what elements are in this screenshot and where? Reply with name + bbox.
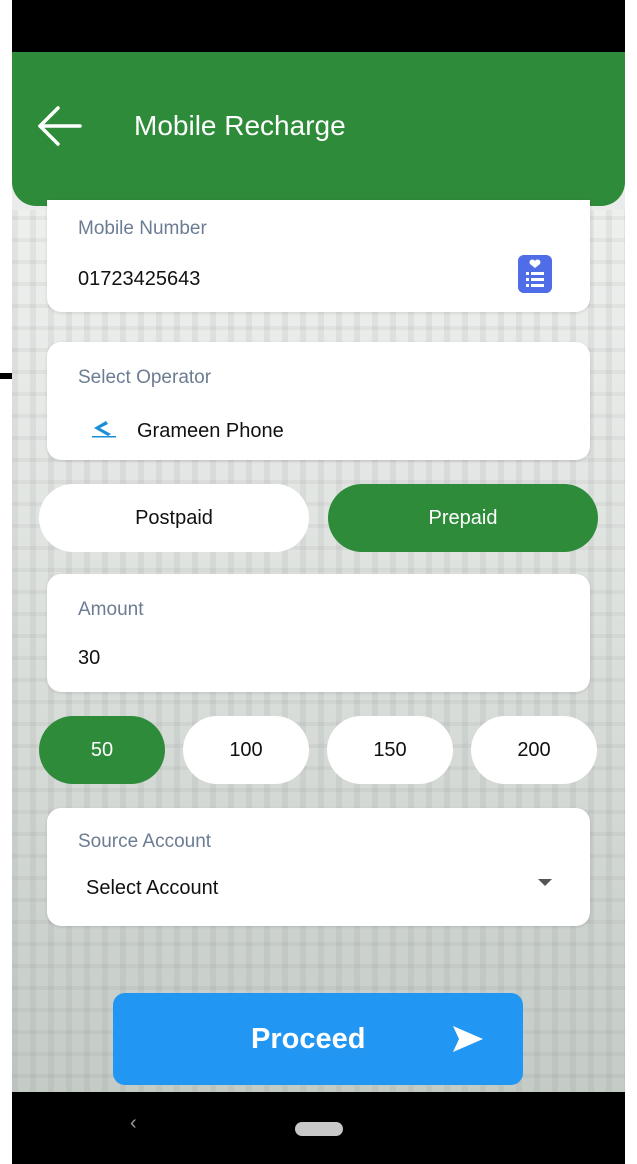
proceed-label: Proceed	[251, 1023, 366, 1055]
nav-back-icon[interactable]: ‹	[130, 1112, 137, 1135]
amount-chip-200[interactable]: 200	[471, 716, 597, 784]
amount-chip-50[interactable]: 50	[39, 716, 165, 784]
mobile-number-label: Mobile Number	[78, 218, 207, 239]
app-bar: Mobile Recharge	[12, 52, 625, 206]
operator-value: Grameen Phone	[137, 420, 284, 442]
amount-label: Amount	[78, 599, 144, 620]
phone-screen: Mobile Recharge Mobile Number 0172342564…	[12, 0, 625, 1164]
home-pill-icon[interactable]	[295, 1122, 343, 1136]
arrow-left-icon[interactable]	[34, 102, 86, 150]
page-title: Mobile Recharge	[134, 110, 346, 141]
operator-label: Select Operator	[78, 367, 212, 388]
amount-input[interactable]: 30	[78, 647, 100, 670]
source-account-select[interactable]: Source Account Select Account	[47, 808, 590, 926]
amount-chip-100[interactable]: 100	[183, 716, 309, 784]
contact-list-icon[interactable]	[518, 255, 552, 293]
source-account-value: Select Account	[86, 877, 219, 899]
amount-card: Amount 30	[47, 574, 590, 692]
prepaid-toggle[interactable]: Prepaid	[328, 484, 598, 552]
status-bar	[12, 0, 625, 52]
proceed-button[interactable]: Proceed	[113, 993, 523, 1085]
caret-down-icon[interactable]	[538, 879, 552, 886]
mobile-number-card: Mobile Number 01723425643	[47, 200, 590, 312]
system-nav-bar: ‹	[12, 1092, 625, 1164]
postpaid-toggle[interactable]: Postpaid	[39, 484, 309, 552]
send-arrow-icon	[453, 1026, 483, 1052]
amount-chip-150[interactable]: 150	[327, 716, 453, 784]
mobile-number-input[interactable]: 01723425643	[78, 268, 200, 291]
operator-select[interactable]: Select Operator Grameen Phone	[47, 342, 590, 460]
grameenphone-logo-icon	[92, 421, 116, 438]
source-account-label: Source Account	[78, 831, 212, 852]
